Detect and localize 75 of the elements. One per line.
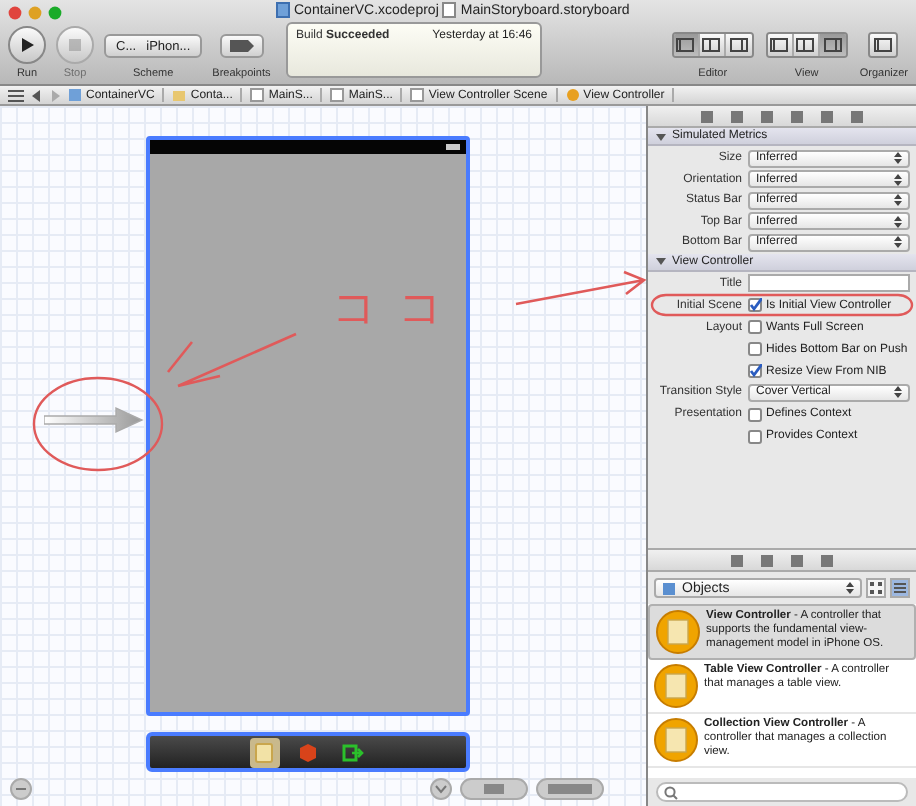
layout-icon	[770, 38, 789, 52]
battery-icon	[446, 144, 460, 150]
up-down-arrows-icon	[894, 194, 902, 207]
disclosure-triangle-icon	[656, 131, 666, 141]
exit-icon[interactable]	[341, 741, 363, 763]
checkbox[interactable]	[748, 407, 762, 421]
annotation-arrow	[166, 332, 298, 388]
inspector-tab-icon[interactable]	[700, 109, 714, 123]
project-icon	[68, 88, 82, 102]
list-icon	[894, 582, 906, 594]
up-down-arrows-icon	[894, 386, 902, 399]
annotation-arrow	[514, 270, 647, 306]
checkbox[interactable]	[748, 429, 762, 443]
resolve-controls-icon[interactable]	[536, 778, 604, 800]
segment-button[interactable]	[673, 34, 700, 56]
view-controller-icon	[656, 610, 700, 654]
inspector-tab-icon[interactable]	[820, 109, 834, 123]
up-down-arrows-icon	[894, 215, 902, 228]
segment-button[interactable]	[793, 34, 820, 56]
checkbox[interactable]	[748, 364, 762, 378]
initial-scene-arrow	[44, 406, 144, 434]
inspector-tab-icon[interactable]	[850, 109, 864, 123]
layout-icon	[729, 38, 748, 52]
related-items-icon[interactable]	[8, 89, 24, 101]
inspector-tab-icon[interactable]	[730, 109, 744, 123]
checkbox[interactable]	[748, 320, 762, 334]
forward-icon[interactable]	[50, 89, 60, 101]
back-icon[interactable]	[32, 89, 42, 101]
disclosure-triangle-icon	[656, 256, 666, 266]
breakpoint-icon	[229, 40, 254, 52]
search-icon	[664, 785, 678, 799]
cube-icon[interactable]	[297, 741, 319, 763]
inspector-tab-icon[interactable]	[760, 109, 774, 123]
up-down-arrows-icon	[894, 236, 902, 249]
list-view-button[interactable]	[890, 578, 910, 598]
stop-icon	[66, 36, 84, 54]
view-controller-scene[interactable]	[146, 136, 470, 716]
play-icon	[18, 36, 36, 54]
up-down-arrows-icon	[894, 152, 902, 165]
folder-icon	[172, 88, 187, 102]
up-down-arrows-icon	[846, 582, 854, 594]
checkbox[interactable]	[748, 298, 762, 312]
segment-button[interactable]	[870, 34, 897, 56]
layout-icon	[702, 38, 721, 52]
layout-icon	[796, 38, 815, 52]
library-tab-icon[interactable]	[760, 553, 774, 567]
segment-button[interactable]	[767, 34, 794, 56]
grid-view-button[interactable]	[866, 578, 886, 598]
project-file-icon	[276, 2, 290, 18]
inspector-tab-icon[interactable]	[790, 109, 804, 123]
library-tab-icon[interactable]	[820, 553, 834, 567]
view-controller-icon	[565, 88, 580, 102]
objects-icon	[662, 581, 676, 595]
segment-button[interactable]	[699, 34, 726, 56]
library-tab-icon[interactable]	[730, 553, 744, 567]
run-button[interactable]	[8, 26, 46, 64]
segment-button[interactable]	[819, 34, 846, 56]
layout-icon	[823, 38, 842, 52]
zoom-icon[interactable]	[430, 778, 452, 800]
view-controller-icon	[654, 664, 698, 708]
zoom-out-icon[interactable]	[10, 778, 32, 800]
view-controller-icon	[654, 718, 698, 762]
checkbox[interactable]	[748, 342, 762, 356]
layout-icon	[874, 38, 893, 52]
breakpoints-button[interactable]	[219, 34, 264, 58]
library-tab-icon[interactable]	[790, 553, 804, 567]
layout-icon	[676, 38, 695, 52]
annotation-text: ココ	[332, 288, 464, 332]
text-field[interactable]	[748, 274, 910, 293]
up-down-arrows-icon	[894, 173, 902, 186]
annotation-circle	[32, 376, 164, 472]
grid-icon	[870, 582, 882, 594]
segment-button[interactable]	[725, 34, 752, 56]
layout-controls-icon[interactable]	[460, 778, 528, 800]
search-field[interactable]	[656, 782, 908, 802]
